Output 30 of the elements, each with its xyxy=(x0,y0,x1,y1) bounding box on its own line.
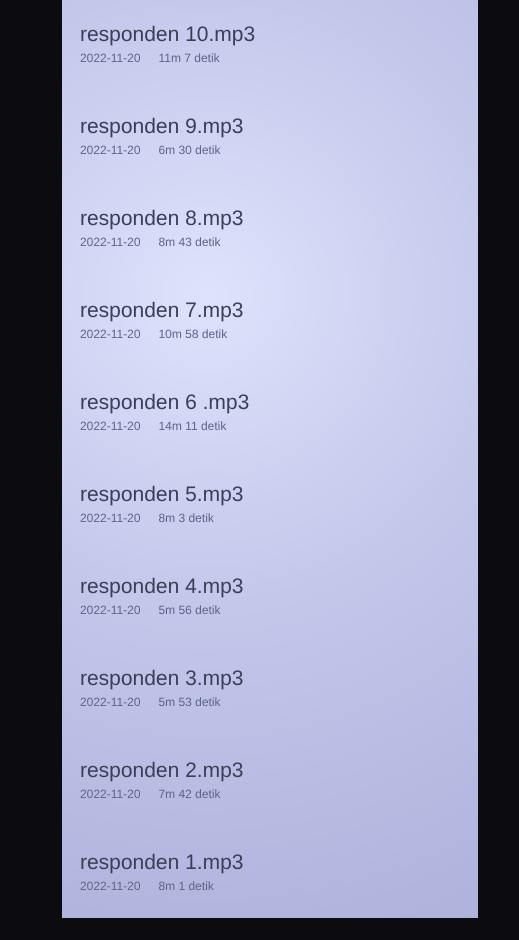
recording-date: 2022-11-20 xyxy=(80,418,140,434)
recording-name[interactable]: responden 3.mp3 xyxy=(80,666,244,692)
recording-name[interactable]: responden 10.mp3 xyxy=(80,22,256,48)
recording-duration: 5m 56 detik xyxy=(158,602,221,618)
recording-name[interactable]: responden 6 .mp3 xyxy=(80,390,250,416)
recording-name[interactable]: responden 1.mp3 xyxy=(80,850,244,876)
recording-duration: 5m 53 detik xyxy=(158,694,221,710)
recording-duration: 8m 43 detik xyxy=(158,234,221,250)
recording-duration: 6m 30 detik xyxy=(158,142,221,158)
recording-duration: 7m 42 detik xyxy=(158,786,221,802)
recording-name[interactable]: responden 9.mp3 xyxy=(80,114,244,140)
recording-name[interactable]: responden 5.mp3 xyxy=(80,482,244,508)
recording-date: 2022-11-20 xyxy=(80,510,140,526)
recording-name[interactable]: responden 7.mp3 xyxy=(80,298,244,324)
recording-name[interactable]: responden 2.mp3 xyxy=(80,758,244,784)
recording-duration: 14m 11 detik xyxy=(158,418,226,434)
recording-name[interactable]: responden 4.mp3 xyxy=(80,574,244,600)
recording-date: 2022-11-20 xyxy=(80,878,140,894)
recording-date: 2022-11-20 xyxy=(80,50,140,66)
recording-date: 2022-11-20 xyxy=(80,234,140,250)
recording-date: 2022-11-20 xyxy=(80,326,140,342)
recording-duration: 10m 58 detik xyxy=(158,326,228,342)
recording-duration: 8m 3 detik xyxy=(158,510,214,526)
recording-duration: 11m 7 detik xyxy=(158,50,220,66)
recording-date: 2022-11-20 xyxy=(80,602,140,618)
recording-date: 2022-11-20 xyxy=(80,786,140,802)
recording-date: 2022-11-20 xyxy=(80,694,140,710)
recording-duration: 8m 1 detik xyxy=(158,878,214,894)
recording-name[interactable]: responden 8.mp3 xyxy=(80,206,244,232)
recording-date: 2022-11-20 xyxy=(80,142,140,158)
